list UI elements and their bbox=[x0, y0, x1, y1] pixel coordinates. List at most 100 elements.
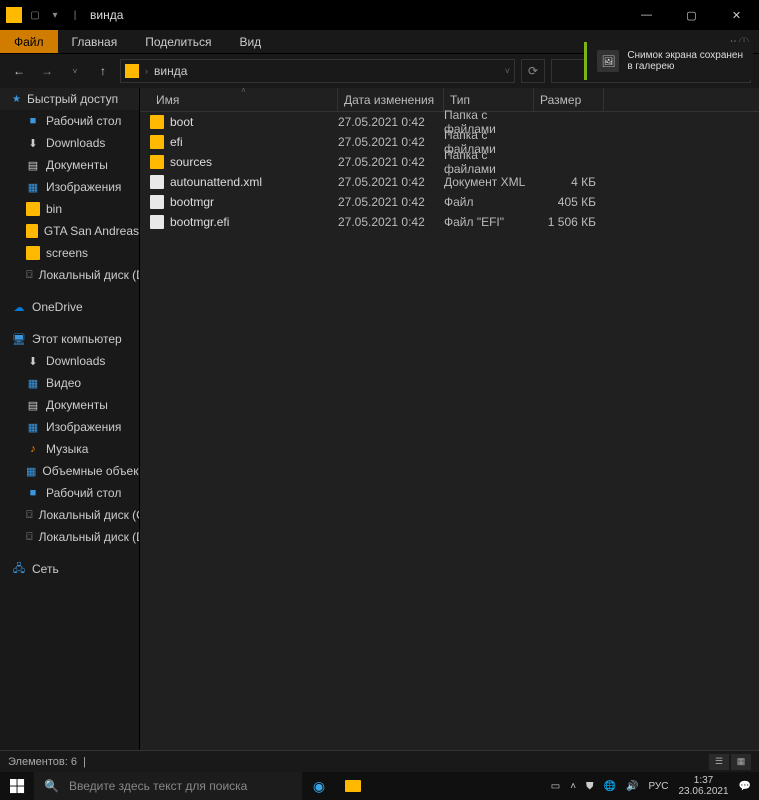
app-folder-icon bbox=[6, 7, 22, 23]
col-name[interactable]: ˄Имя bbox=[150, 88, 338, 111]
sidebar-item[interactable]: ⬇Downloads bbox=[0, 350, 139, 372]
toast-image-icon: 🖼 bbox=[597, 50, 619, 72]
dl-icon: ⬇ bbox=[26, 136, 40, 150]
nav-history-icon[interactable]: ˅ bbox=[64, 60, 86, 82]
tab-file[interactable]: Файл bbox=[0, 30, 58, 53]
tab-home[interactable]: Главная bbox=[58, 30, 132, 53]
tray-clock[interactable]: 1:37 23.06.2021 bbox=[678, 775, 728, 797]
sidebar-item[interactable]: screens bbox=[0, 242, 139, 264]
address-dropdown-icon[interactable]: ˅ bbox=[505, 66, 510, 76]
system-tray: ▭ ˄ ⛊ 🌐 🔊 РУС 1:37 23.06.2021 💬 bbox=[543, 775, 759, 797]
folder-icon bbox=[26, 246, 40, 260]
sidebar-network[interactable]: 🖧Сеть bbox=[0, 558, 139, 580]
qat-icon-1[interactable]: ▢ bbox=[26, 6, 44, 24]
sidebar-item[interactable]: ▦Изображения bbox=[0, 416, 139, 438]
toast-line1: Снимок экрана сохранен bbox=[627, 50, 743, 61]
toast-line2: в галерею bbox=[627, 61, 743, 72]
status-count: Элементов: 6 bbox=[8, 756, 77, 768]
disk-icon: ⌼ bbox=[26, 268, 33, 282]
sidebar-item[interactable]: ■Рабочий стол bbox=[0, 110, 139, 132]
tray-chevron-icon[interactable]: ˄ bbox=[570, 781, 576, 792]
search-icon: 🔍 bbox=[44, 779, 59, 793]
close-button[interactable]: ✕ bbox=[714, 0, 759, 30]
sidebar-item[interactable]: ▤Документы bbox=[0, 394, 139, 416]
desk-icon: ■ bbox=[26, 114, 40, 128]
file-list: ˄Имя Дата изменения Тип Размер boot27.05… bbox=[140, 88, 759, 758]
pic-icon: ▦ bbox=[26, 464, 36, 478]
sidebar-onedrive[interactable]: ☁OneDrive bbox=[0, 296, 139, 318]
tray-security-icon[interactable]: ⛊ bbox=[586, 781, 594, 792]
screenshot-toast[interactable]: 🖼 Снимок экрана сохранен в галерею bbox=[584, 42, 753, 80]
table-row[interactable]: bootmgr27.05.2021 0:42Файл405 КБ bbox=[140, 192, 759, 212]
qat-icon-2[interactable]: ▾ bbox=[46, 6, 64, 24]
tray-network-icon[interactable]: 🌐 bbox=[604, 781, 616, 792]
folder-icon bbox=[150, 155, 164, 169]
nav-forward-button[interactable]: → bbox=[36, 60, 58, 82]
col-date[interactable]: Дата изменения bbox=[338, 88, 444, 111]
sidebar-item[interactable]: ▤Документы bbox=[0, 154, 139, 176]
sidebar-item[interactable]: ♪Музыка bbox=[0, 438, 139, 460]
tray-lang[interactable]: РУС bbox=[648, 781, 668, 792]
disk-icon: ⌼ bbox=[26, 508, 33, 522]
sidebar-this-pc[interactable]: 🖥Этот компьютер bbox=[0, 328, 139, 350]
sidebar-item[interactable]: bin bbox=[0, 198, 139, 220]
maximize-button[interactable]: ▢ bbox=[669, 0, 714, 30]
nav-up-button[interactable]: ↑ bbox=[92, 60, 114, 82]
tab-view[interactable]: Вид bbox=[225, 30, 275, 53]
col-size[interactable]: Размер bbox=[534, 88, 604, 111]
sidebar-item[interactable]: ▦Видео bbox=[0, 372, 139, 394]
titlebar: ▢ ▾ | винда — ▢ ✕ bbox=[0, 0, 759, 30]
minimize-button[interactable]: — bbox=[624, 0, 669, 30]
tab-share[interactable]: Поделиться bbox=[131, 30, 225, 53]
window-title: винда bbox=[90, 8, 123, 22]
pic-icon: ▦ bbox=[26, 180, 40, 194]
desk-icon: ■ bbox=[26, 486, 40, 500]
sidebar-item[interactable]: ⌼Локальный диск (D:) bbox=[0, 264, 139, 286]
sidebar-item[interactable]: ▦Изображения bbox=[0, 176, 139, 198]
dl-icon: ⬇ bbox=[26, 354, 40, 368]
sidebar-item[interactable]: ⬇Downloads bbox=[0, 132, 139, 154]
cloud-icon: ☁ bbox=[12, 300, 26, 314]
file-icon bbox=[150, 195, 164, 209]
breadcrumb-sep-icon: › bbox=[145, 66, 148, 76]
doc-icon: ▤ bbox=[26, 398, 40, 412]
disk-icon: ⌼ bbox=[26, 530, 33, 544]
pic-icon: ▦ bbox=[26, 420, 40, 434]
start-button[interactable] bbox=[0, 772, 34, 800]
sidebar-item[interactable]: ⌼Локальный диск (C:) bbox=[0, 504, 139, 526]
view-large-icon[interactable]: ▦ bbox=[731, 754, 751, 770]
music-icon: ♪ bbox=[26, 442, 40, 456]
star-icon: ★ bbox=[12, 94, 21, 105]
breadcrumb-current[interactable]: винда bbox=[154, 64, 187, 78]
table-row[interactable]: autounattend.xml27.05.2021 0:42Документ … bbox=[140, 172, 759, 192]
sidebar: ★Быстрый доступ ■Рабочий стол⬇Downloads▤… bbox=[0, 88, 140, 758]
sidebar-item[interactable]: ▦Объемные объекты bbox=[0, 460, 139, 482]
sidebar-item[interactable]: ■Рабочий стол bbox=[0, 482, 139, 504]
address-box[interactable]: › винда ˅ bbox=[120, 59, 515, 83]
nav-back-button[interactable]: ← bbox=[8, 60, 30, 82]
pic-icon: ▦ bbox=[26, 376, 40, 390]
sidebar-quick-access[interactable]: ★Быстрый доступ bbox=[0, 88, 139, 110]
folder-icon bbox=[150, 115, 164, 129]
sort-asc-icon: ˄ bbox=[241, 86, 246, 95]
tray-notifications-icon[interactable]: 💬 bbox=[739, 781, 751, 792]
sidebar-item[interactable]: GTA San Andreas bbox=[0, 220, 139, 242]
table-row[interactable]: bootmgr.efi27.05.2021 0:42Файл "EFI"1 50… bbox=[140, 212, 759, 232]
sidebar-item[interactable]: ⌼Локальный диск (D:) bbox=[0, 526, 139, 548]
pc-icon: 🖥 bbox=[12, 332, 26, 346]
view-details-icon[interactable]: ☰ bbox=[709, 754, 729, 770]
taskbar-edge-icon[interactable]: ◉ bbox=[302, 772, 336, 800]
table-row[interactable]: sources27.05.2021 0:42Папка с файлами bbox=[140, 152, 759, 172]
refresh-button[interactable]: ⟳ bbox=[521, 59, 545, 83]
folder-icon bbox=[26, 224, 38, 238]
tray-volume-icon[interactable]: 🔊 bbox=[626, 781, 638, 792]
file-icon bbox=[150, 175, 164, 189]
taskbar-explorer-icon[interactable] bbox=[336, 772, 370, 800]
tray-screenshot-icon[interactable]: ▭ bbox=[551, 781, 560, 792]
taskbar-search[interactable]: 🔍 Введите здесь текст для поиска bbox=[34, 772, 302, 800]
qat-divider: | bbox=[66, 6, 84, 24]
network-icon: 🖧 bbox=[12, 562, 26, 576]
folder-icon bbox=[150, 135, 164, 149]
taskbar: 🔍 Введите здесь текст для поиска ◉ ▭ ˄ ⛊… bbox=[0, 772, 759, 800]
breadcrumb-folder-icon bbox=[125, 64, 139, 78]
